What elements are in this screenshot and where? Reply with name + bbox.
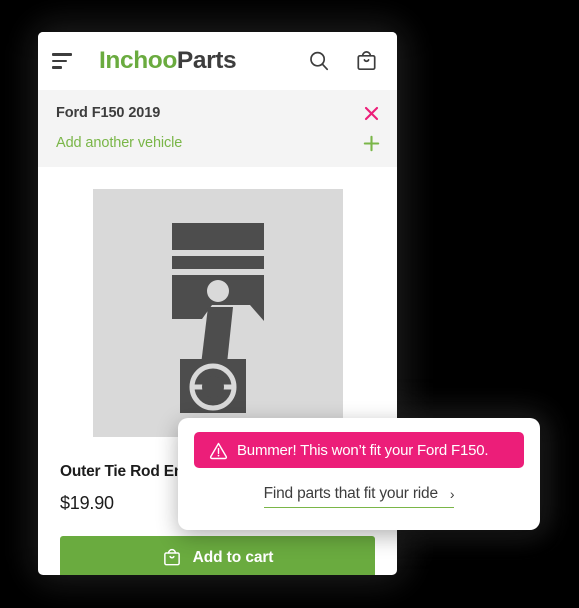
find-fitting-parts-link[interactable]: Find parts that fit your ride › [263,485,455,508]
add-vehicle-label[interactable]: Add another vehicle [56,135,182,151]
piston-part-icon [92,189,343,437]
selected-vehicle-label: Ford F150 2019 [56,105,161,121]
fitment-warning-text: Bummer! This won’t fit your Ford F150. [237,441,489,459]
add-to-cart-button[interactable]: Add to cart [60,536,375,575]
find-fitting-parts-label: Find parts that fit your ride [263,485,438,502]
vehicle-selector-strip: Ford F150 2019 Add another vehicle [38,90,397,167]
app-header: InchooParts [38,32,397,90]
hamburger-line-3 [52,66,62,69]
fitment-link-row: Find parts that fit your ride › [194,485,524,508]
selected-vehicle-row: Ford F150 2019 [56,102,381,124]
warning-triangle-icon [209,441,228,460]
search-icon[interactable] [304,46,334,76]
shopping-bag-icon [162,548,182,568]
brand-logo-secondary: Parts [176,46,237,74]
chevron-right-icon: › [449,486,455,502]
plus-icon[interactable] [361,133,381,153]
fitment-warning-popup: Bummer! This won’t fit your Ford F150. F… [178,418,540,530]
add-vehicle-row[interactable]: Add another vehicle [56,132,381,154]
brand-logo-primary: Inchoo [99,46,177,74]
hamburger-menu-icon[interactable] [52,52,78,70]
shopping-bag-icon[interactable] [351,46,381,76]
close-x-icon[interactable] [361,103,381,123]
add-to-cart-label: Add to cart [192,548,274,566]
hamburger-line-2 [52,59,67,63]
fitment-warning-banner: Bummer! This won’t fit your Ford F150. [194,432,524,468]
brand-logo[interactable]: InchooParts [99,46,237,74]
hamburger-line-1 [52,53,72,56]
